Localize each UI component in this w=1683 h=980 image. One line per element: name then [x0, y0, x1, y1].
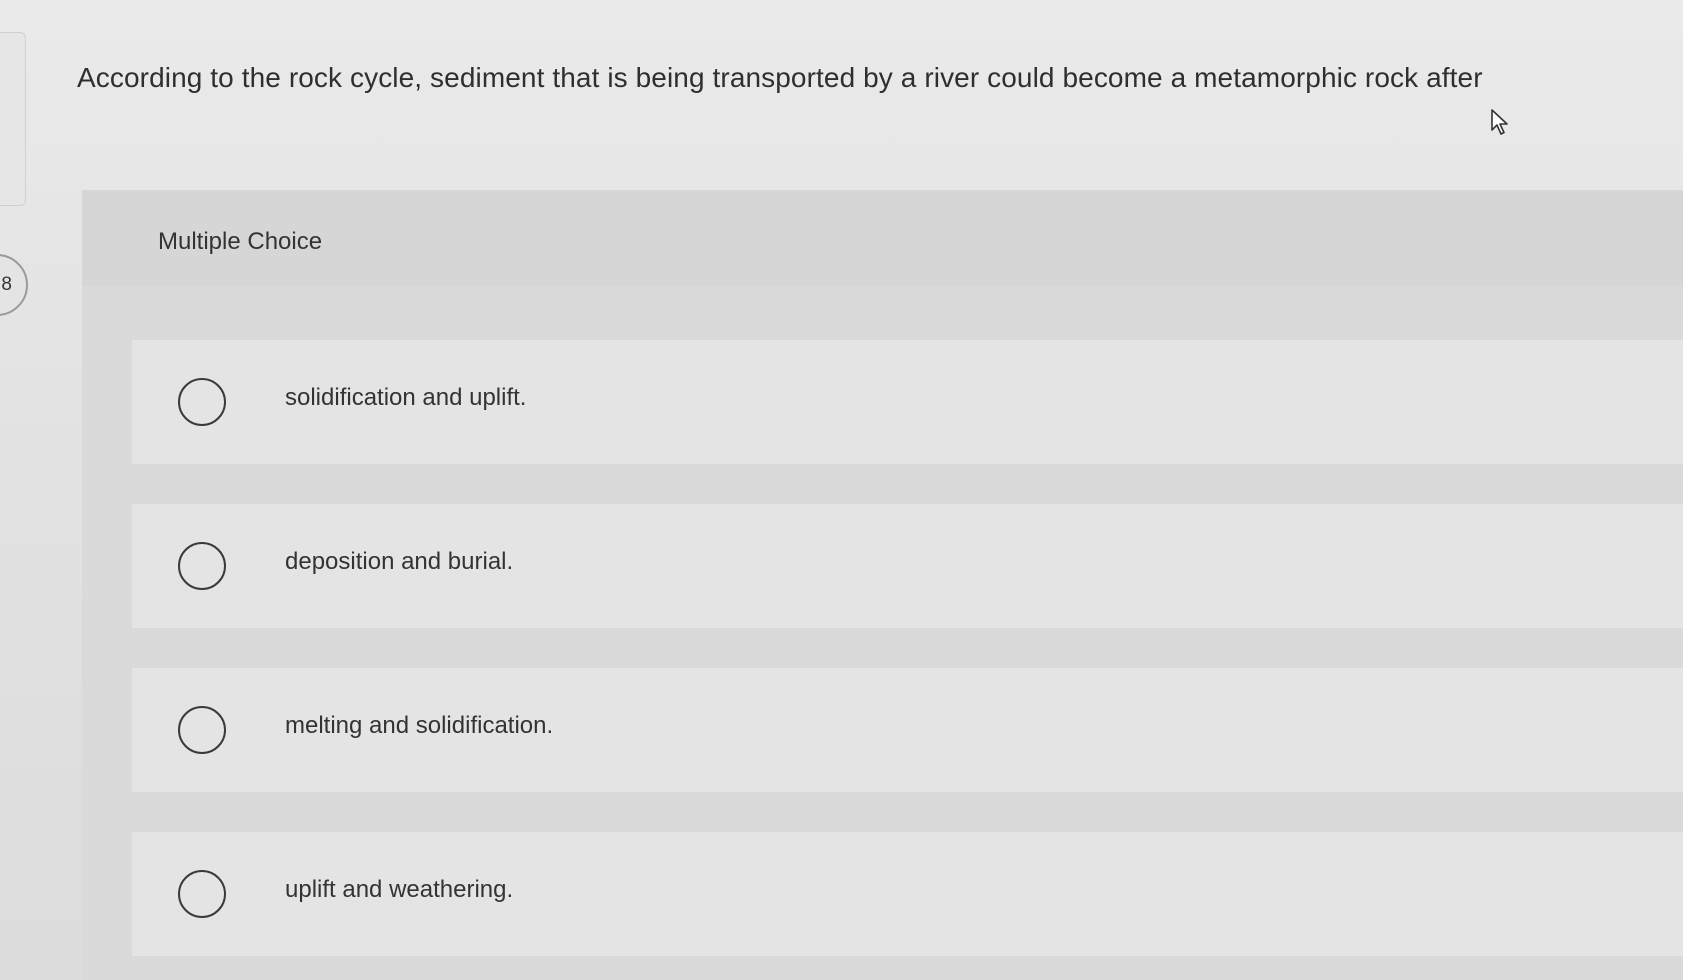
option-label: uplift and weathering. — [285, 876, 514, 903]
question-type-label: Multiple Choice — [158, 228, 323, 255]
choice-header: Multiple Choice — [82, 190, 1683, 286]
answer-option-4[interactable]: uplift and weathering. — [132, 832, 1683, 956]
mouse-pointer-icon — [1491, 109, 1508, 135]
option-label: melting and solidification. — [285, 712, 554, 739]
left-panel-edge — [0, 32, 26, 206]
question-prompt: According to the rock cycle, sediment th… — [77, 62, 1483, 93]
radio-button[interactable] — [178, 378, 226, 426]
radio-button[interactable] — [178, 542, 226, 590]
question-number: 8 — [1, 274, 12, 295]
radio-button[interactable] — [178, 706, 226, 754]
option-label: deposition and burial. — [285, 548, 514, 575]
answer-option-3[interactable]: melting and solidification. — [132, 668, 1683, 792]
option-label: solidification and uplift. — [285, 384, 527, 411]
radio-button[interactable] — [178, 870, 226, 918]
multiple-choice-panel: Multiple Choice solidification and uplif… — [82, 190, 1683, 980]
answer-option-1[interactable]: solidification and uplift. — [132, 340, 1683, 464]
question-number-badge[interactable]: 8 — [0, 254, 28, 316]
answer-option-2[interactable]: deposition and burial. — [132, 504, 1683, 628]
